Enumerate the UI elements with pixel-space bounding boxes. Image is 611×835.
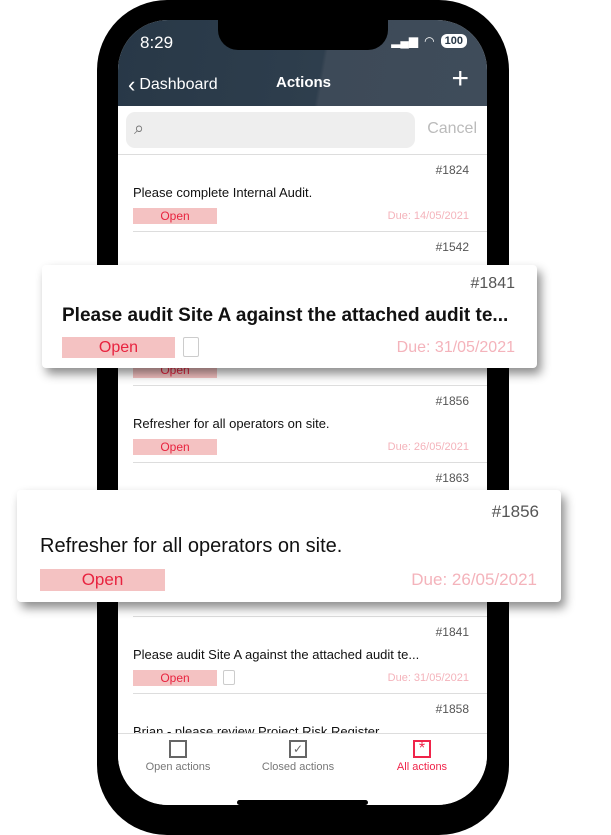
action-title: Please complete Internal Audit. (133, 185, 313, 200)
status-icons: ▂▄▆ ◠ 100 (391, 34, 467, 48)
wifi-icon: ◠ (424, 34, 435, 48)
due-date: Due: 26/05/2021 (387, 441, 469, 453)
tab-label: Closed actions (261, 761, 335, 773)
chevron-left-icon: ‹ (128, 72, 136, 97)
due-date: Due: 31/05/2021 (396, 339, 515, 356)
action-title: Refresher for all operators on site. (40, 535, 343, 557)
action-number: #1841 (470, 275, 516, 292)
action-number: #1856 (435, 394, 469, 408)
search-input[interactable]: ⌕ (126, 112, 415, 148)
back-button[interactable]: ‹ Dashboard (128, 72, 218, 98)
add-button[interactable]: + (451, 64, 469, 94)
back-label: Dashboard (139, 76, 218, 93)
checkbox-empty-icon (169, 740, 187, 758)
status-badge: Open (133, 439, 217, 455)
action-number: #1542 (435, 240, 469, 254)
due-date: Due: 31/05/2021 (387, 672, 469, 684)
battery-icon: 100 (440, 34, 467, 48)
action-number: #1858 (435, 702, 469, 716)
asterisk-box-icon: * (413, 740, 431, 758)
signal-icon: ▂▄▆ (391, 34, 419, 48)
checkbox-checked-icon: ✓ (289, 740, 307, 758)
notch (218, 20, 388, 50)
status-badge: Open (62, 337, 175, 358)
action-number: #1841 (435, 625, 469, 639)
list-item[interactable]: #1856 Refresher for all operators on sit… (133, 386, 487, 463)
action-number: #1824 (435, 163, 469, 177)
status-badge: Open (40, 569, 165, 591)
action-number: #1863 (435, 471, 469, 485)
nav-header: 8:29 ▂▄▆ ◠ 100 ‹ Dashboard Actions + (118, 20, 487, 106)
callout-card-1856[interactable]: #1856 Refresher for all operators on sit… (17, 490, 561, 602)
action-title: Please audit Site A against the attached… (133, 647, 420, 662)
actions-list: #1824 Please complete Internal Audit. Ope… (118, 154, 487, 771)
phone-screen: 8:29 ▂▄▆ ◠ 100 ‹ Dashboard Actions + ⌕ Ca… (118, 20, 487, 805)
tab-label: Open actions (145, 761, 211, 773)
action-title: Please audit Site A against the attached… (62, 305, 509, 326)
due-date: Due: 26/05/2021 (411, 570, 537, 589)
page-title: Actions (276, 74, 332, 91)
tab-all-actions[interactable]: * All actions (362, 740, 482, 773)
status-badge: Open (133, 208, 217, 224)
tab-label: All actions (396, 761, 448, 773)
action-title: Refresher for all operators on site. (133, 416, 330, 431)
status-time: 8:29 (140, 33, 174, 52)
due-date: Due: 14/05/2021 (387, 210, 469, 222)
status-badge: Open (133, 670, 217, 686)
tab-closed-actions[interactable]: ✓ Closed actions (238, 740, 358, 773)
list-item[interactable]: #1841 Please audit Site A against the at… (133, 617, 487, 694)
home-indicator (237, 800, 368, 805)
document-icon (223, 670, 235, 685)
search-icon: ⌕ (134, 118, 145, 138)
cancel-button[interactable]: Cancel (427, 120, 477, 138)
tab-open-actions[interactable]: Open actions (118, 740, 238, 773)
document-icon (183, 337, 199, 357)
action-number: #1856 (491, 502, 539, 521)
tab-bar: Open actions ✓ Closed actions * All action… (118, 733, 487, 805)
list-item[interactable]: #1824 Please complete Internal Audit. Ope… (133, 155, 487, 232)
callout-card-1841[interactable]: #1841 Please audit Site A against the at… (42, 265, 537, 368)
